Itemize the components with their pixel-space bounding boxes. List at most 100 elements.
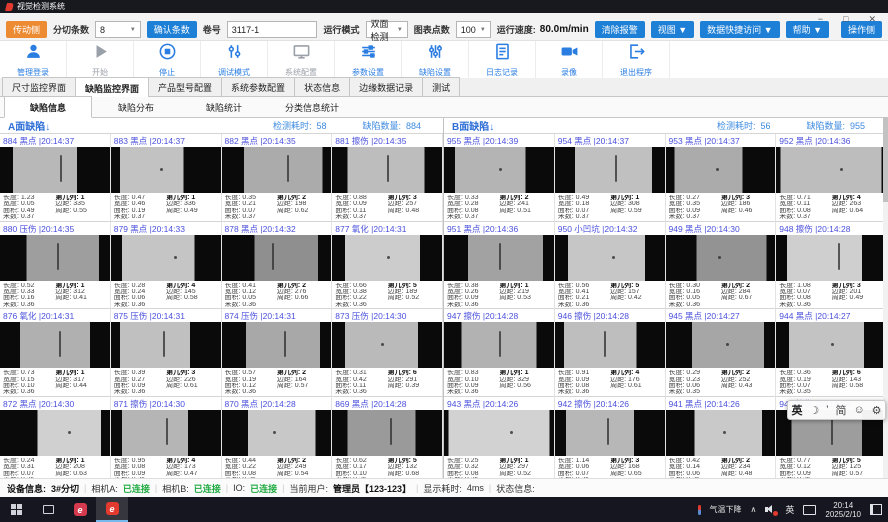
ime-item-1[interactable]: ☽ (809, 404, 819, 417)
weather-text[interactable]: 气温下降 (710, 504, 742, 515)
defect-cell[interactable]: 879 黑点 |20:14:33 长度: 0.28 宽度: 0.24 面积: 0… (111, 222, 222, 310)
main-tab-1[interactable]: 缺陷监控界面 (75, 77, 149, 97)
defect-settings-button[interactable]: 缺陷设置 (402, 41, 469, 78)
defect-thumbnail[interactable] (555, 147, 665, 193)
defect-thumbnail[interactable] (222, 410, 332, 456)
defect-cell[interactable]: 878 黑点 |20:14:32 长度: 0.41 宽度: 0.12 面积: 0… (222, 222, 333, 310)
defect-thumbnail[interactable] (555, 410, 665, 456)
roll-number-input[interactable]: 3117-1 (227, 21, 318, 38)
param-settings-button[interactable]: 参数设置 (335, 41, 402, 78)
speaker-icon[interactable] (765, 505, 776, 514)
defect-cell[interactable]: 945 黑点 |20:14:27 长度: 0.29 宽度: 0.23 面积: 0… (666, 309, 777, 397)
system-config-button[interactable]: 系统配置 (268, 41, 335, 78)
run-mode-select[interactable]: 双面检测▼ (366, 21, 408, 38)
defect-cell[interactable]: 873 压伤 |20:14:30 长度: 0.31 宽度: 0.42 面积: 0… (332, 309, 443, 397)
log-record-button[interactable]: 日志记录 (469, 41, 536, 78)
view-menu-button[interactable]: 视图 ▼ (651, 21, 694, 38)
defect-cell[interactable]: 871 擦伤 |20:14:30 长度: 0.95 宽度: 0.08 面积: 0… (111, 397, 222, 485)
defect-thumbnail[interactable] (776, 147, 886, 193)
defect-thumbnail[interactable] (0, 235, 110, 281)
panel-title[interactable]: A面缺陷↓ (8, 118, 50, 133)
ime-language-indicator[interactable]: 英 (785, 503, 794, 516)
defect-cell[interactable]: 948 擦伤 |20:14:28 长度: 1.08 宽度: 0.07 面积: 0… (776, 222, 887, 310)
ime-item-2[interactable]: ’ (826, 404, 828, 416)
defect-cell[interactable]: 884 黑点 |20:14:37 长度: 1.23 宽度: 0.05 面积: 0… (0, 134, 111, 222)
defect-thumbnail[interactable] (332, 322, 442, 368)
defect-thumbnail[interactable] (332, 147, 442, 193)
main-tab-6[interactable]: 测试 (422, 77, 460, 96)
recording-button[interactable]: 录像 (536, 41, 603, 78)
ime-item-4[interactable]: ☺ (853, 404, 864, 416)
data-access-menu-button[interactable]: 数据快捷访问 ▼ (700, 21, 779, 38)
defect-thumbnail[interactable] (444, 410, 554, 456)
defect-cell[interactable]: 876 氧化 |20:14:31 长度: 0.73 宽度: 0.15 面积: 0… (0, 309, 111, 397)
main-tab-4[interactable]: 状态信息 (294, 77, 350, 96)
defect-thumbnail[interactable] (0, 147, 110, 193)
minimize-button[interactable]: − (818, 14, 823, 25)
defect-cell[interactable]: 869 黑点 |20:14:28 长度: 0.62 宽度: 0.17 面积: 0… (332, 397, 443, 485)
defect-subtab-3[interactable]: 分类信息统计 (268, 97, 356, 117)
clear-alarm-button[interactable]: 清除报警 (595, 21, 645, 38)
defect-cell[interactable]: 943 黑点 |20:14:26 长度: 0.25 宽度: 0.32 面积: 0… (444, 397, 555, 485)
defect-cell[interactable]: 942 擦伤 |20:14:26 长度: 1.14 宽度: 0.06 面积: 0… (555, 397, 666, 485)
main-tab-5[interactable]: 边缘数据记录 (349, 77, 423, 96)
start-button[interactable]: 开始 (67, 41, 134, 78)
maximize-button[interactable]: □ (843, 14, 848, 25)
tray-expand-caret[interactable]: ∧ (751, 505, 757, 514)
defect-thumbnail[interactable] (222, 147, 332, 193)
defect-thumbnail[interactable] (776, 322, 886, 368)
defect-thumbnail[interactable] (444, 235, 554, 281)
chart-points-select[interactable]: 100▼ (456, 21, 491, 38)
defect-subtab-2[interactable]: 缺陷统计 (180, 97, 268, 117)
taskbar-app-1[interactable]: e (64, 497, 96, 522)
ime-item-5[interactable]: ⚙ (872, 404, 882, 417)
defect-thumbnail[interactable] (666, 410, 776, 456)
defect-cell[interactable]: 870 黑点 |20:14:28 长度: 0.44 宽度: 0.22 面积: 0… (222, 397, 333, 485)
defect-cell[interactable]: 952 黑点 |20:14:36 长度: 0.71 宽度: 0.11 面积: 0… (776, 134, 887, 222)
defect-thumbnail[interactable] (111, 235, 221, 281)
defect-thumbnail[interactable] (555, 235, 665, 281)
exit-program-button[interactable]: 退出程序 (603, 41, 670, 78)
defect-cell[interactable]: 949 黑点 |20:14:30 长度: 0.30 宽度: 0.16 面积: 0… (666, 222, 777, 310)
ime-toolbar[interactable]: 英 ☽ ’ 简 ☺ ⚙ (787, 400, 886, 420)
defect-cell[interactable]: 947 擦伤 |20:14:28 长度: 0.83 宽度: 0.10 面积: 0… (444, 309, 555, 397)
ime-item-3[interactable]: 简 (836, 402, 847, 418)
confirm-count-button[interactable]: 确认条数 (147, 21, 197, 38)
scrollbar[interactable] (883, 117, 888, 478)
defect-thumbnail[interactable] (111, 322, 221, 368)
touch-keyboard-icon[interactable] (803, 505, 816, 515)
drive-side-button[interactable]: 传动侧 (6, 21, 47, 38)
defect-thumbnail[interactable] (444, 322, 554, 368)
taskbar-app-2-active[interactable]: e (96, 497, 128, 522)
defect-thumbnail[interactable] (332, 410, 442, 456)
slit-count-select[interactable]: 8▼ (95, 21, 141, 38)
main-tab-3[interactable]: 系统参数配置 (221, 77, 295, 96)
defect-thumbnail[interactable] (222, 235, 332, 281)
defect-thumbnail[interactable] (0, 322, 110, 368)
main-tab-2[interactable]: 产品型号配置 (148, 77, 222, 96)
main-tab-0[interactable]: 尺寸监控界面 (2, 77, 76, 96)
defect-thumbnail[interactable] (332, 235, 442, 281)
defect-cell[interactable]: 953 黑点 |20:14:37 长度: 0.27 宽度: 0.35 面积: 0… (666, 134, 777, 222)
defect-cell[interactable]: 955 黑点 |20:14:39 长度: 0.33 宽度: 0.28 面积: 0… (444, 134, 555, 222)
defect-thumbnail[interactable] (0, 410, 110, 456)
defect-cell[interactable]: 877 氧化 |20:14:31 长度: 0.66 宽度: 0.38 面积: 0… (332, 222, 443, 310)
defect-thumbnail[interactable] (776, 235, 886, 281)
defect-cell[interactable]: 872 黑点 |20:14:30 长度: 0.24 宽度: 0.31 面积: 0… (0, 397, 111, 485)
defect-cell[interactable]: 881 擦伤 |20:14:35 长度: 0.88 宽度: 0.09 面积: 0… (332, 134, 443, 222)
task-view-button[interactable] (32, 497, 64, 522)
defect-cell[interactable]: 950 小凹坑 |20:14:32 长度: 0.56 宽度: 0.41 面积: … (555, 222, 666, 310)
action-center-icon[interactable] (870, 504, 882, 515)
defect-cell[interactable]: 875 压伤 |20:14:31 长度: 0.39 宽度: 0.27 面积: 0… (111, 309, 222, 397)
panel-title[interactable]: B面缺陷↓ (452, 118, 494, 133)
defect-thumbnail[interactable] (666, 322, 776, 368)
defect-cell[interactable]: 944 黑点 |20:14:27 长度: 0.36 宽度: 0.19 面积: 0… (776, 309, 887, 397)
defect-cell[interactable]: 954 黑点 |20:14:37 长度: 0.49 宽度: 0.18 面积: 0… (555, 134, 666, 222)
defect-cell[interactable]: 882 黑点 |20:14:35 长度: 0.35 宽度: 0.21 面积: 0… (222, 134, 333, 222)
defect-cell[interactable]: 951 黑点 |20:14:36 长度: 0.38 宽度: 0.26 面积: 0… (444, 222, 555, 310)
stop-button[interactable]: 停止 (134, 41, 201, 78)
defect-cell[interactable]: 880 压伤 |20:14:35 长度: 0.52 宽度: 0.33 面积: 0… (0, 222, 111, 310)
defect-thumbnail[interactable] (555, 322, 665, 368)
defect-thumbnail[interactable] (111, 147, 221, 193)
ime-item-0[interactable]: 英 (791, 402, 802, 418)
